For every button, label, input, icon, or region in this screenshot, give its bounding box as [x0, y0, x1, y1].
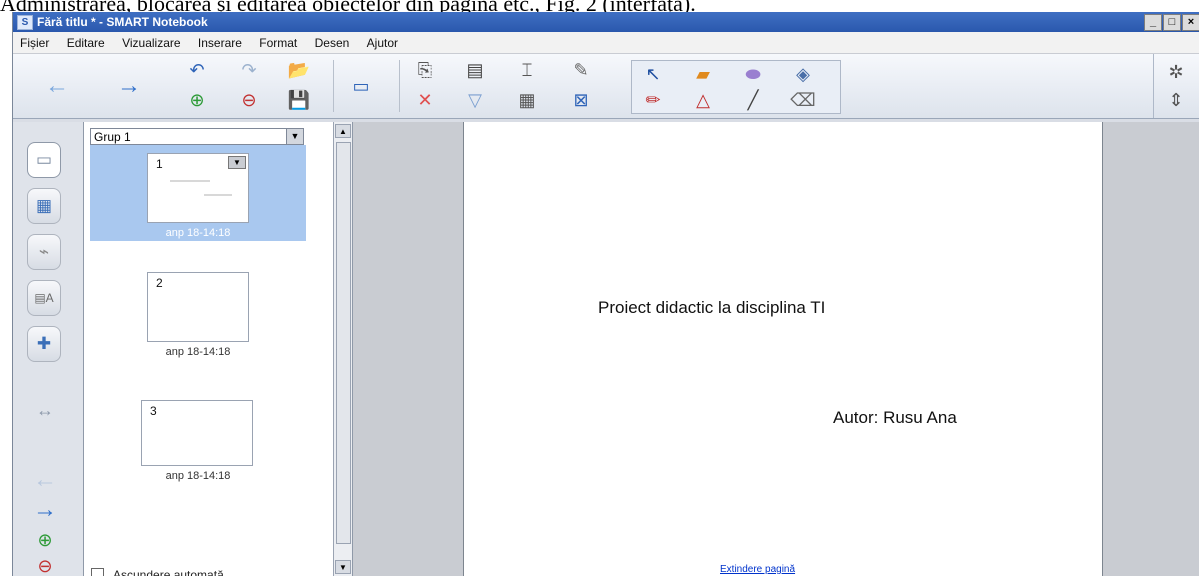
magic-pen-icon[interactable]: ✎	[567, 58, 595, 82]
extend-page-link[interactable]: Extindere pagină	[720, 564, 795, 575]
page-date: anp 18-14:18	[165, 227, 231, 239]
sorter-scrollbar[interactable]: ▲ ▼	[334, 122, 353, 576]
page-number: 2	[156, 276, 163, 290]
paste-icon[interactable]: ⎘	[411, 58, 439, 82]
save-icon[interactable]: 💾	[285, 88, 313, 112]
fill-icon[interactable]: ▰	[689, 62, 717, 86]
menu-insert[interactable]: Inserare	[191, 32, 249, 50]
sidebar-delete-page-icon[interactable]: ⊖	[31, 554, 59, 576]
move-toolbar-icon[interactable]: ⇕	[1162, 88, 1190, 112]
table-icon[interactable]: ▦	[513, 88, 541, 112]
sidebar-tabs: ▭ ▦ ⌁ ▤A ✚ ↔ ← → ⊕ ⊖	[13, 122, 84, 576]
smart-notebook-window: S Fără titlu * - SMART Notebook _ □ × Fi…	[12, 12, 1199, 576]
scroll-thumb[interactable]	[336, 142, 351, 544]
page-sorter-panel: Grup 1 ▼ 1 ▼ anp 18-14:18 2 anp 18-14:18…	[84, 122, 334, 576]
group-select-label: Grup 1	[94, 130, 131, 144]
page-number: 3	[150, 404, 157, 418]
menu-view[interactable]: Vizualizare	[115, 32, 187, 50]
gallery-icon[interactable]: ▦	[27, 188, 61, 224]
sidebar-forward-arrow-icon[interactable]: →	[31, 496, 59, 523]
page-title-text[interactable]: Proiect didactic la disciplina TI	[598, 298, 825, 318]
page-date: anp 18-14:18	[165, 346, 231, 358]
smart-app-icon: S	[17, 15, 33, 30]
triangle-shape-icon[interactable]: △	[689, 88, 717, 112]
eraser-icon[interactable]: ⬬	[739, 62, 767, 86]
menu-file[interactable]: Fișier	[13, 32, 56, 50]
page-author-text[interactable]: Autor: Rusu Ana	[833, 408, 957, 428]
page-thumbnail-2[interactable]: 2 anp 18-14:18	[90, 262, 306, 370]
settings-gear-icon[interactable]: ✲	[1162, 60, 1190, 84]
sidebar-back-arrow-icon[interactable]: ←	[31, 466, 59, 493]
line-icon[interactable]: ╱	[739, 88, 767, 112]
auto-hide-option[interactable]: Ascundere automată	[91, 568, 224, 576]
group-select[interactable]: Grup 1 ▼	[90, 128, 304, 145]
table-select-icon[interactable]: ⌶	[513, 58, 541, 82]
toolbar-right-tools: ✲ ⇕	[1153, 54, 1199, 118]
canvas-area: Proiect didactic la disciplina TI Autor:…	[353, 122, 1199, 576]
page-menu-chevron-icon[interactable]: ▼	[228, 156, 246, 169]
close-button[interactable]: ×	[1182, 14, 1199, 31]
menu-help[interactable]: Ajutor	[360, 32, 405, 50]
menu-edit[interactable]: Editare	[60, 32, 112, 50]
menu-bar: Fișier Editare Vizualizare Inserare Form…	[13, 32, 1199, 54]
minimize-button[interactable]: _	[1144, 14, 1162, 31]
window-title: Fără titlu * - SMART Notebook	[37, 15, 208, 29]
notebook-page[interactable]: Proiect didactic la disciplina TI Autor:…	[463, 122, 1103, 576]
auto-hide-checkbox[interactable]	[91, 568, 104, 576]
select-arrow-icon[interactable]: ↖	[639, 62, 667, 86]
delete-page-icon[interactable]: ⊖	[235, 88, 263, 112]
dock-switch-icon[interactable]: ↔	[31, 398, 59, 422]
title-bar: S Fără titlu * - SMART Notebook _ □ ×	[13, 12, 1199, 32]
auto-hide-label: Ascundere automată	[113, 568, 224, 576]
shapes-icon[interactable]: ◈	[789, 62, 817, 86]
page-sorter-icon[interactable]: ▭	[27, 142, 61, 178]
back-arrow-icon[interactable]: ←	[43, 72, 71, 99]
page-thumbnail-1[interactable]: 1 ▼ anp 18-14:18	[90, 145, 306, 241]
delete-icon[interactable]: ✕	[411, 88, 439, 112]
open-file-icon[interactable]: 📂	[285, 58, 313, 82]
addons-icon[interactable]: ✚	[27, 326, 61, 362]
capture-icon[interactable]: ⊠	[567, 88, 595, 112]
toolbar: ← → ↶ ↷ 📂 ⊕ ⊖ 💾 ▭ ⎘ ✕ ▤ ▽ ⌶ ▦ ✎ ⊠ ↖ ▰ ⬬ …	[13, 54, 1199, 119]
undo-icon[interactable]: ↶	[183, 58, 211, 82]
thumb-text-line	[204, 194, 232, 196]
menu-draw[interactable]: Desen	[308, 32, 357, 50]
attachments-paperclip-icon[interactable]: ⌁	[27, 234, 61, 270]
thumb-text-line	[170, 180, 210, 182]
pens-icon[interactable]: ✏	[639, 88, 667, 112]
screen-shade-icon[interactable]: ▤	[461, 58, 489, 82]
sidebar-add-page-icon[interactable]: ⊕	[31, 528, 59, 552]
menu-format[interactable]: Format	[252, 32, 304, 50]
maximize-button[interactable]: □	[1163, 14, 1181, 31]
properties-icon[interactable]: ▤A	[27, 280, 61, 316]
projector-icon[interactable]: ▽	[461, 88, 489, 112]
scroll-down-icon[interactable]: ▼	[335, 560, 351, 574]
redo-icon[interactable]: ↷	[235, 58, 263, 82]
page-number: 1	[156, 157, 163, 171]
forward-arrow-icon[interactable]: →	[115, 72, 143, 99]
scroll-up-icon[interactable]: ▲	[335, 124, 351, 138]
display-screen-icon[interactable]: ▭	[347, 74, 375, 98]
add-page-icon[interactable]: ⊕	[183, 88, 211, 112]
page-thumbnail-3[interactable]: 3 anp 18-14:18	[90, 390, 306, 490]
creative-eraser-icon[interactable]: ⌫	[789, 88, 817, 112]
chevron-down-icon[interactable]: ▼	[286, 129, 303, 144]
page-date: anp 18-14:18	[165, 470, 231, 482]
